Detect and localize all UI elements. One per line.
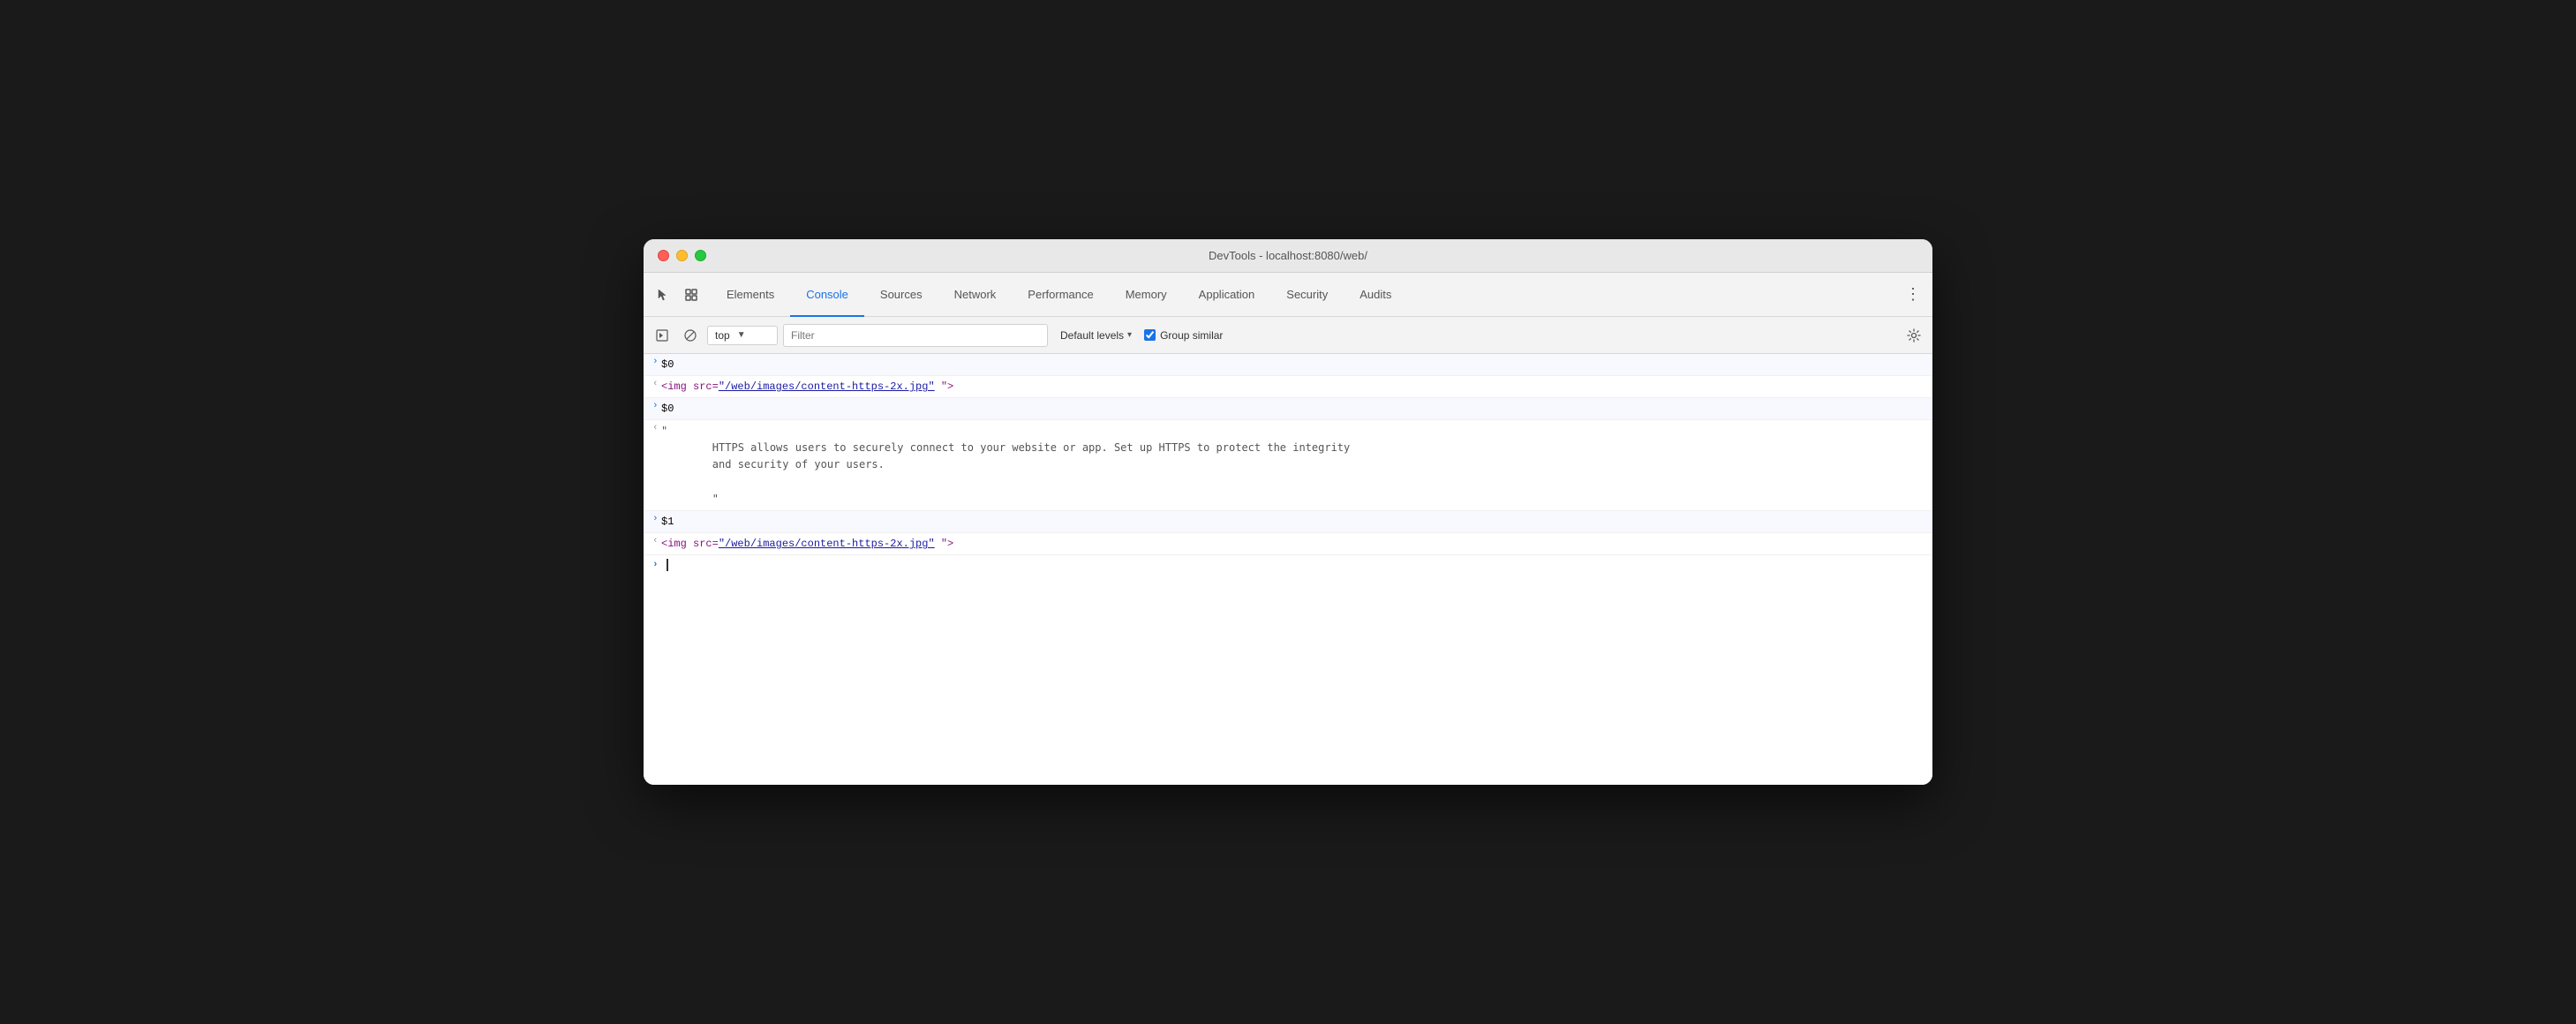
console-entry: › $0 — [644, 354, 1932, 376]
tab-audits[interactable]: Audits — [1344, 273, 1407, 317]
close-button[interactable] — [658, 250, 669, 261]
console-multiline-content: " HTTPS allows users to securely connect… — [658, 420, 1357, 510]
tabs-row: Elements Console Sources Network Perform… — [644, 273, 1932, 317]
group-similar-label: Group similar — [1160, 329, 1223, 342]
link-text[interactable]: "/web/images/content-https-2x.jpg" — [719, 538, 935, 550]
tag-close-text: "> — [935, 538, 954, 550]
console-text: $1 — [661, 516, 674, 528]
console-input-line[interactable]: › — [644, 555, 1932, 575]
console-line: " HTTPS allows users to securely connect… — [661, 423, 1350, 508]
console-content: <img src="/web/images/content-https-2x.j… — [658, 376, 1932, 397]
traffic-lights — [658, 250, 706, 261]
context-arrow-icon: ▼ — [737, 330, 746, 340]
title-bar: DevTools - localhost:8080/web/ — [644, 239, 1932, 273]
context-selector[interactable]: top ▼ — [707, 326, 778, 345]
output-arrow-icon: ‹ — [644, 420, 658, 436]
console-entry: › $1 — [644, 511, 1932, 533]
group-similar-checkbox[interactable] — [1144, 329, 1156, 341]
clear-console-button[interactable] — [679, 324, 702, 347]
tag-text: <img src= — [661, 538, 719, 550]
tab-application[interactable]: Application — [1183, 273, 1271, 317]
input-arrow-icon: › — [644, 398, 658, 414]
console-cursor — [667, 559, 668, 571]
inspect-icon[interactable] — [679, 282, 704, 307]
group-similar-checkbox-group: Group similar — [1144, 329, 1223, 342]
console-toolbar: top ▼ Default levels ▾ Group similar — [644, 317, 1932, 354]
output-arrow-icon: ‹ — [644, 533, 658, 549]
tab-security[interactable]: Security — [1270, 273, 1344, 317]
settings-icon[interactable] — [1902, 324, 1925, 347]
tab-sources[interactable]: Sources — [864, 273, 938, 317]
console-text: $0 — [661, 403, 674, 415]
output-arrow-icon: ‹ — [644, 376, 658, 392]
console-content: <img src="/web/images/content-https-2x.j… — [658, 533, 1932, 554]
window-title: DevTools - localhost:8080/web/ — [1209, 249, 1367, 262]
minimize-button[interactable] — [676, 250, 688, 261]
console-content: $0 — [658, 398, 1932, 419]
more-tabs-button[interactable]: ⋮ — [1901, 282, 1925, 307]
devtools-window: DevTools - localhost:8080/web/ — [644, 239, 1932, 785]
console-content: $1 — [658, 511, 1932, 532]
log-levels-button[interactable]: Default levels ▾ — [1053, 327, 1139, 344]
levels-arrow-icon: ▾ — [1127, 330, 1132, 340]
console-entry: ‹ <img src="/web/images/content-https-2x… — [644, 376, 1932, 398]
console-entry: › $0 — [644, 398, 1932, 420]
console-entry: ‹ " HTTPS allows users to securely conne… — [644, 420, 1932, 511]
filter-input[interactable] — [783, 324, 1048, 347]
tab-network[interactable]: Network — [938, 273, 1013, 317]
execute-context-button[interactable] — [651, 324, 674, 347]
input-arrow-icon: › — [644, 354, 658, 370]
tag-close-text: "> — [935, 380, 954, 393]
console-output[interactable]: › $0 ‹ <img src="/web/images/content-htt… — [644, 354, 1932, 785]
tag-text: <img src= — [661, 380, 719, 393]
tab-console[interactable]: Console — [790, 273, 864, 317]
console-text: $0 — [661, 358, 674, 371]
console-prompt-icon: › — [644, 560, 666, 570]
tab-performance[interactable]: Performance — [1012, 273, 1109, 317]
input-arrow-icon: › — [644, 511, 658, 527]
console-entry: ‹ <img src="/web/images/content-https-2x… — [644, 533, 1932, 555]
toolbar-icons — [651, 282, 704, 307]
tab-memory[interactable]: Memory — [1110, 273, 1183, 317]
maximize-button[interactable] — [695, 250, 706, 261]
console-content: $0 — [658, 354, 1932, 375]
tab-elements[interactable]: Elements — [711, 273, 790, 317]
link-text[interactable]: "/web/images/content-https-2x.jpg" — [719, 380, 935, 393]
devtools-container: Elements Console Sources Network Perform… — [644, 273, 1932, 785]
cursor-icon[interactable] — [651, 282, 675, 307]
